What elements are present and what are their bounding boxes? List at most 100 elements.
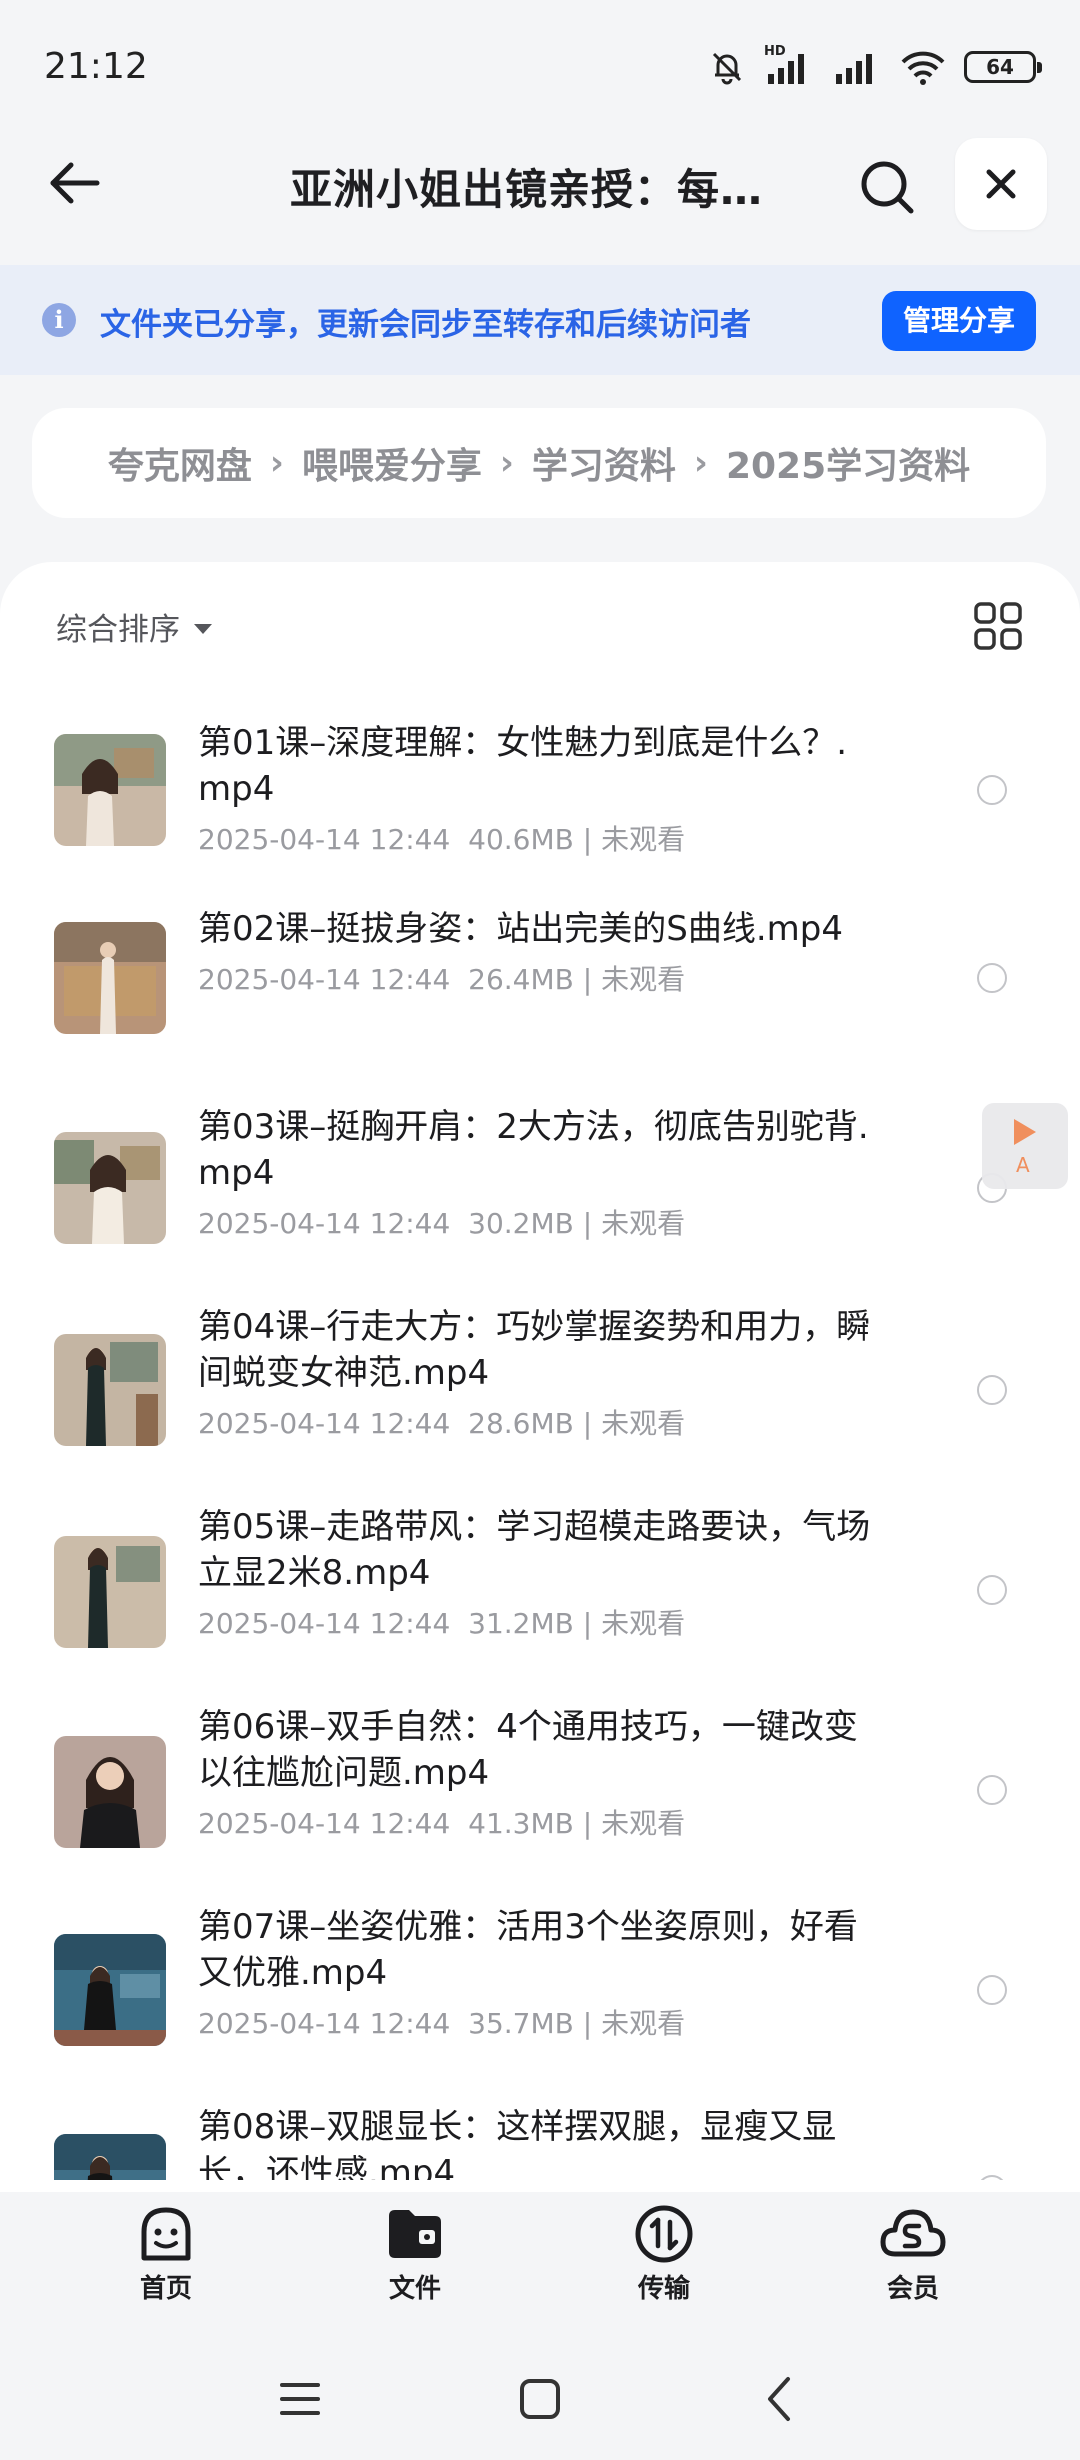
- watch-status: 未观看: [601, 1607, 686, 1640]
- select-checkbox[interactable]: [977, 1375, 1007, 1405]
- chevron-left-icon: [768, 2377, 790, 2421]
- home-button[interactable]: [505, 2364, 575, 2434]
- file-meta: 2025-04-14 12:44 40.6MB | 未观看: [198, 823, 686, 856]
- system-nav-bar: [0, 2340, 1080, 2460]
- caret-down-icon: [194, 623, 212, 634]
- battery-icon: 64: [964, 51, 1042, 83]
- sort-dropdown[interactable]: 综合排序: [56, 604, 212, 649]
- folder-icon: [389, 2210, 441, 2258]
- search-button[interactable]: [852, 152, 922, 222]
- video-thumbnail: [54, 922, 166, 1034]
- select-checkbox[interactable]: [977, 963, 1007, 993]
- list-item[interactable]: 第05课–走路带风：学习超模走路要诀，气场立显2米8.mp4 2025-04-1…: [0, 1480, 1080, 1680]
- list-item[interactable]: 第01课–深度理解：女性魅力到底是什么？.mp4 2025-04-14 12:4…: [0, 680, 1080, 880]
- nav-transfer[interactable]: 传输: [604, 2202, 724, 2322]
- file-date: 2025-04-14 12:44: [198, 1207, 451, 1240]
- vip-cloud-icon: [880, 2209, 946, 2257]
- file-name: 第05课–走路带风：学习超模走路要诀，气场立显2米8.mp4: [198, 1507, 871, 1593]
- file-list: 第01课–深度理解：女性魅力到底是什么？.mp4 2025-04-14 12:4…: [0, 680, 1080, 2180]
- chevron-right-icon: ›: [693, 443, 708, 483]
- file-date: 2025-04-14 12:44: [198, 823, 451, 856]
- page-title: 亚洲小姐出镜亲授：每…: [290, 165, 764, 214]
- file-size: 40.6MB: [468, 823, 574, 856]
- list-item[interactable]: 第03课–挺胸开肩：2大方法，彻底告别驼背.mp4 2025-04-14 12:…: [0, 1080, 1080, 1280]
- video-thumbnail: [54, 1934, 166, 2046]
- file-date: 2025-04-14 12:44: [198, 2007, 451, 2040]
- grid-view-button[interactable]: [970, 598, 1026, 654]
- close-button[interactable]: [955, 138, 1047, 230]
- breadcrumb-item[interactable]: 学习资料: [532, 437, 676, 489]
- header: 亚洲小姐出镜亲授：每…: [0, 130, 1080, 265]
- file-size: 26.4MB: [468, 963, 574, 996]
- nav-home[interactable]: 首页: [106, 2202, 226, 2322]
- floating-player-widget[interactable]: A: [982, 1103, 1068, 1189]
- file-name: 第07课–坐姿优雅：活用3个坐姿原则，好看又优雅.mp4: [198, 1907, 858, 1993]
- file-size: 28.6MB: [468, 1407, 574, 1440]
- select-checkbox[interactable]: [977, 2175, 1007, 2180]
- file-name: 第04课–行走大方：巧妙掌握姿势和用力，瞬间蜕变女神范.mp4: [198, 1307, 871, 1393]
- breadcrumb-item[interactable]: 夸克网盘: [108, 437, 252, 489]
- screen: 21:12 HD 64 亚洲小姐出镜亲授：每… i 文件夹已分享，更新会同步至转…: [0, 0, 1080, 2460]
- list-item[interactable]: 第04课–行走大方：巧妙掌握姿势和用力，瞬间蜕变女神范.mp4 2025-04-…: [0, 1280, 1080, 1480]
- watch-status: 未观看: [601, 1807, 686, 1840]
- file-name: 第06课–双手自然：4个通用技巧，一键改变以往尴尬问题.mp4: [198, 1707, 858, 1793]
- floating-widget-label: A: [1016, 1153, 1030, 1177]
- file-date: 2025-04-14 12:44: [198, 1407, 451, 1440]
- file-meta: 2025-04-14 12:44 28.6MB | 未观看: [198, 1407, 686, 1440]
- breadcrumb-item[interactable]: 喂喂爱分享: [302, 437, 482, 489]
- play-icon: [1014, 1119, 1036, 1145]
- chevron-right-icon: ›: [269, 443, 284, 483]
- nav-vip[interactable]: 会员: [853, 2202, 973, 2322]
- file-meta: 2025-04-14 12:44 31.2MB | 未观看: [198, 1607, 686, 1640]
- list-item[interactable]: 第07课–坐姿优雅：活用3个坐姿原则，好看又优雅.mp4 2025-04-14 …: [0, 1880, 1080, 2080]
- info-icon: i: [42, 303, 76, 337]
- back-button[interactable]: [40, 148, 110, 218]
- video-thumbnail: [54, 1736, 166, 1848]
- video-thumbnail: [54, 1334, 166, 1446]
- square-icon: [520, 2379, 560, 2419]
- select-checkbox[interactable]: [977, 1775, 1007, 1805]
- manage-share-button[interactable]: 管理分享: [882, 291, 1036, 351]
- share-banner-text: 文件夹已分享，更新会同步至转存和后续访问者: [100, 307, 751, 343]
- file-size: 30.2MB: [468, 1207, 574, 1240]
- transfer-icon: [635, 2205, 693, 2263]
- home-face-icon: [141, 2207, 191, 2261]
- file-size: 31.2MB: [468, 1607, 574, 1640]
- close-icon: [986, 169, 1016, 199]
- system-back-button[interactable]: [745, 2364, 815, 2434]
- watch-status: 未观看: [601, 1207, 686, 1240]
- video-thumbnail: [54, 734, 166, 846]
- breadcrumb-item-current[interactable]: 2025学习资料: [726, 437, 970, 489]
- select-checkbox[interactable]: [977, 1575, 1007, 1605]
- watch-status: 未观看: [601, 2007, 686, 2040]
- select-checkbox[interactable]: [977, 775, 1007, 805]
- file-meta: 2025-04-14 12:44 26.4MB | 未观看: [198, 963, 686, 996]
- status-icons: HD 64: [708, 44, 1042, 90]
- recents-button[interactable]: [265, 2364, 335, 2434]
- file-name: 第02课–挺拔身姿：站出完美的S曲线.mp4: [198, 909, 843, 949]
- file-name: 第01课–深度理解：女性魅力到底是什么？.mp4: [198, 723, 848, 809]
- grid-icon: [974, 602, 1022, 650]
- sort-label: 综合排序: [56, 612, 180, 648]
- file-meta: 2025-04-14 12:44 35.7MB | 未观看: [198, 2007, 686, 2040]
- mute-bell-icon: [712, 52, 742, 85]
- file-name: 第03课–挺胸开肩：2大方法，彻底告别驼背.mp4: [198, 1107, 869, 1193]
- watch-status: 未观看: [601, 1407, 686, 1440]
- list-item[interactable]: 第08课–双腿显长：这样摆双腿，显瘦又显长，还性感.mp4: [0, 2080, 1080, 2180]
- watch-status: 未观看: [601, 963, 686, 996]
- bottom-nav: 首页 文件 传输 会员: [0, 2192, 1080, 2322]
- list-item[interactable]: 第06课–双手自然：4个通用技巧，一键改变以往尴尬问题.mp4 2025-04-…: [0, 1680, 1080, 1880]
- cell-signal-hd-icon: HD: [764, 44, 814, 86]
- select-checkbox[interactable]: [977, 1975, 1007, 2005]
- nav-label: 首页: [139, 2274, 192, 2304]
- chevron-right-icon: ›: [499, 443, 514, 483]
- nav-files[interactable]: 文件: [355, 2202, 475, 2322]
- nav-label: 会员: [886, 2274, 939, 2304]
- file-date: 2025-04-14 12:44: [198, 1607, 451, 1640]
- list-item[interactable]: 第02课–挺拔身姿：站出完美的S曲线.mp4 2025-04-14 12:44 …: [0, 880, 1080, 1080]
- status-bar: 21:12 HD 64: [0, 0, 1080, 130]
- menu-icon: [280, 2383, 320, 2415]
- wifi-icon: [901, 51, 945, 85]
- cell-signal-icon: [836, 54, 872, 84]
- video-thumbnail: [54, 1536, 166, 1648]
